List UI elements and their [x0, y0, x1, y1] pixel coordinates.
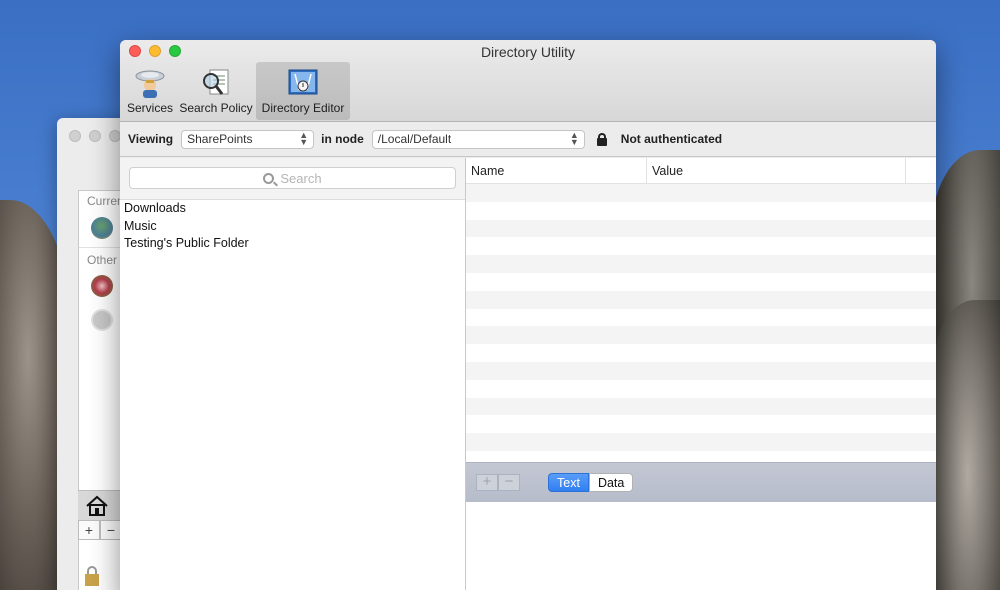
table-row — [466, 308, 936, 327]
toolbar-directory-editor[interactable]: Directory Editor — [256, 62, 350, 120]
guest-avatar-icon[interactable] — [91, 309, 113, 331]
list-item[interactable]: Music — [120, 218, 465, 236]
updown-arrows-icon: ▲ ▼ — [569, 130, 579, 147]
bg-lock-icon[interactable] — [81, 566, 103, 588]
window-title: Directory Utility — [480, 44, 576, 60]
node-popup-value: /Local/Default — [377, 132, 452, 146]
table-row — [466, 290, 936, 309]
bg-section-current: Curren — [87, 194, 124, 208]
column-header-value[interactable]: Value — [647, 158, 906, 184]
table-row — [466, 272, 936, 291]
services-icon — [135, 70, 165, 98]
node-popup[interactable]: /Local/Default ▲ ▼ — [371, 129, 585, 149]
table-row — [466, 326, 936, 345]
globe-avatar-icon — [91, 217, 113, 239]
table-row — [466, 361, 936, 380]
table-header: Name Value — [466, 158, 936, 184]
bg-minimize-button[interactable] — [89, 130, 101, 142]
table-row — [466, 433, 936, 451]
viewing-label: Viewing — [128, 132, 174, 146]
table-row — [466, 415, 936, 434]
column-header-name[interactable]: Name — [466, 158, 647, 184]
updown-arrows-icon: ▲ ▼ — [299, 130, 309, 147]
value-detail-area[interactable] — [466, 502, 936, 590]
list-item[interactable]: Testing's Public Folder — [120, 235, 465, 253]
add-remove-buttons: + − — [476, 474, 520, 491]
search-icon — [263, 172, 275, 184]
table-row — [466, 255, 936, 273]
auth-status: Not authenticated — [620, 132, 723, 146]
bg-section-other: Other — [87, 253, 118, 267]
titlebar: Directory Utility Services Search Policy… — [120, 40, 936, 122]
table-row — [466, 397, 936, 416]
toolbar-search-policy-label: Search Policy — [179, 101, 253, 115]
content-area: Search Downloads Music Testing's Public … — [120, 158, 936, 590]
viewing-popup-value: SharePoints — [187, 132, 253, 146]
table-row — [466, 450, 936, 462]
records-pane: Search Downloads Music Testing's Public … — [120, 158, 466, 590]
house-icon — [86, 495, 108, 516]
remove-attribute-button[interactable]: − — [498, 474, 520, 491]
toolbar-services[interactable]: Services — [124, 62, 176, 120]
directory-editor-icon — [288, 69, 318, 95]
bg-window-traffic-lights — [69, 130, 121, 142]
add-attribute-button[interactable]: + — [476, 474, 498, 491]
table-row — [466, 237, 936, 256]
search-input[interactable]: Search — [129, 167, 456, 189]
toolbar-services-label: Services — [127, 101, 174, 115]
toolbar: Services Search Policy Directory Editor — [124, 62, 350, 120]
lock-icon[interactable] — [596, 132, 607, 146]
view-mode-segmented-control: Text Data — [548, 473, 634, 492]
in-node-label: in node — [321, 132, 364, 146]
search-bar: Search — [120, 158, 465, 200]
search-policy-icon — [203, 69, 229, 95]
toolbar-directory-editor-label: Directory Editor — [261, 101, 345, 115]
data-tab[interactable]: Data — [588, 473, 634, 492]
search-placeholder: Search — [280, 170, 322, 186]
table-row — [466, 379, 936, 398]
toolbar-search-policy[interactable]: Search Policy — [176, 62, 256, 120]
user-avatar-icon[interactable] — [91, 275, 113, 297]
attributes-pane: Name Value + − Text Data — [466, 158, 936, 590]
directory-utility-window: Directory Utility Services Search Policy… — [120, 40, 936, 590]
list-item[interactable]: Downloads — [120, 200, 465, 218]
table-row — [466, 219, 936, 238]
bg-close-button[interactable] — [69, 130, 81, 142]
table-row — [466, 344, 936, 362]
bg-remove-button[interactable]: − — [100, 520, 122, 540]
attribute-bottom-bar: + − Text Data — [466, 462, 936, 502]
text-tab[interactable]: Text — [548, 473, 589, 492]
table-rows — [466, 184, 936, 462]
filter-bar: Viewing SharePoints ▲ ▼ in node /Local/De… — [120, 122, 936, 157]
table-row — [466, 184, 936, 202]
table-row — [466, 201, 936, 220]
viewing-popup[interactable]: SharePoints ▲ ▼ — [181, 129, 315, 149]
bg-add-button[interactable]: + — [78, 520, 100, 540]
desktop-rock-right-lower — [935, 300, 1000, 590]
